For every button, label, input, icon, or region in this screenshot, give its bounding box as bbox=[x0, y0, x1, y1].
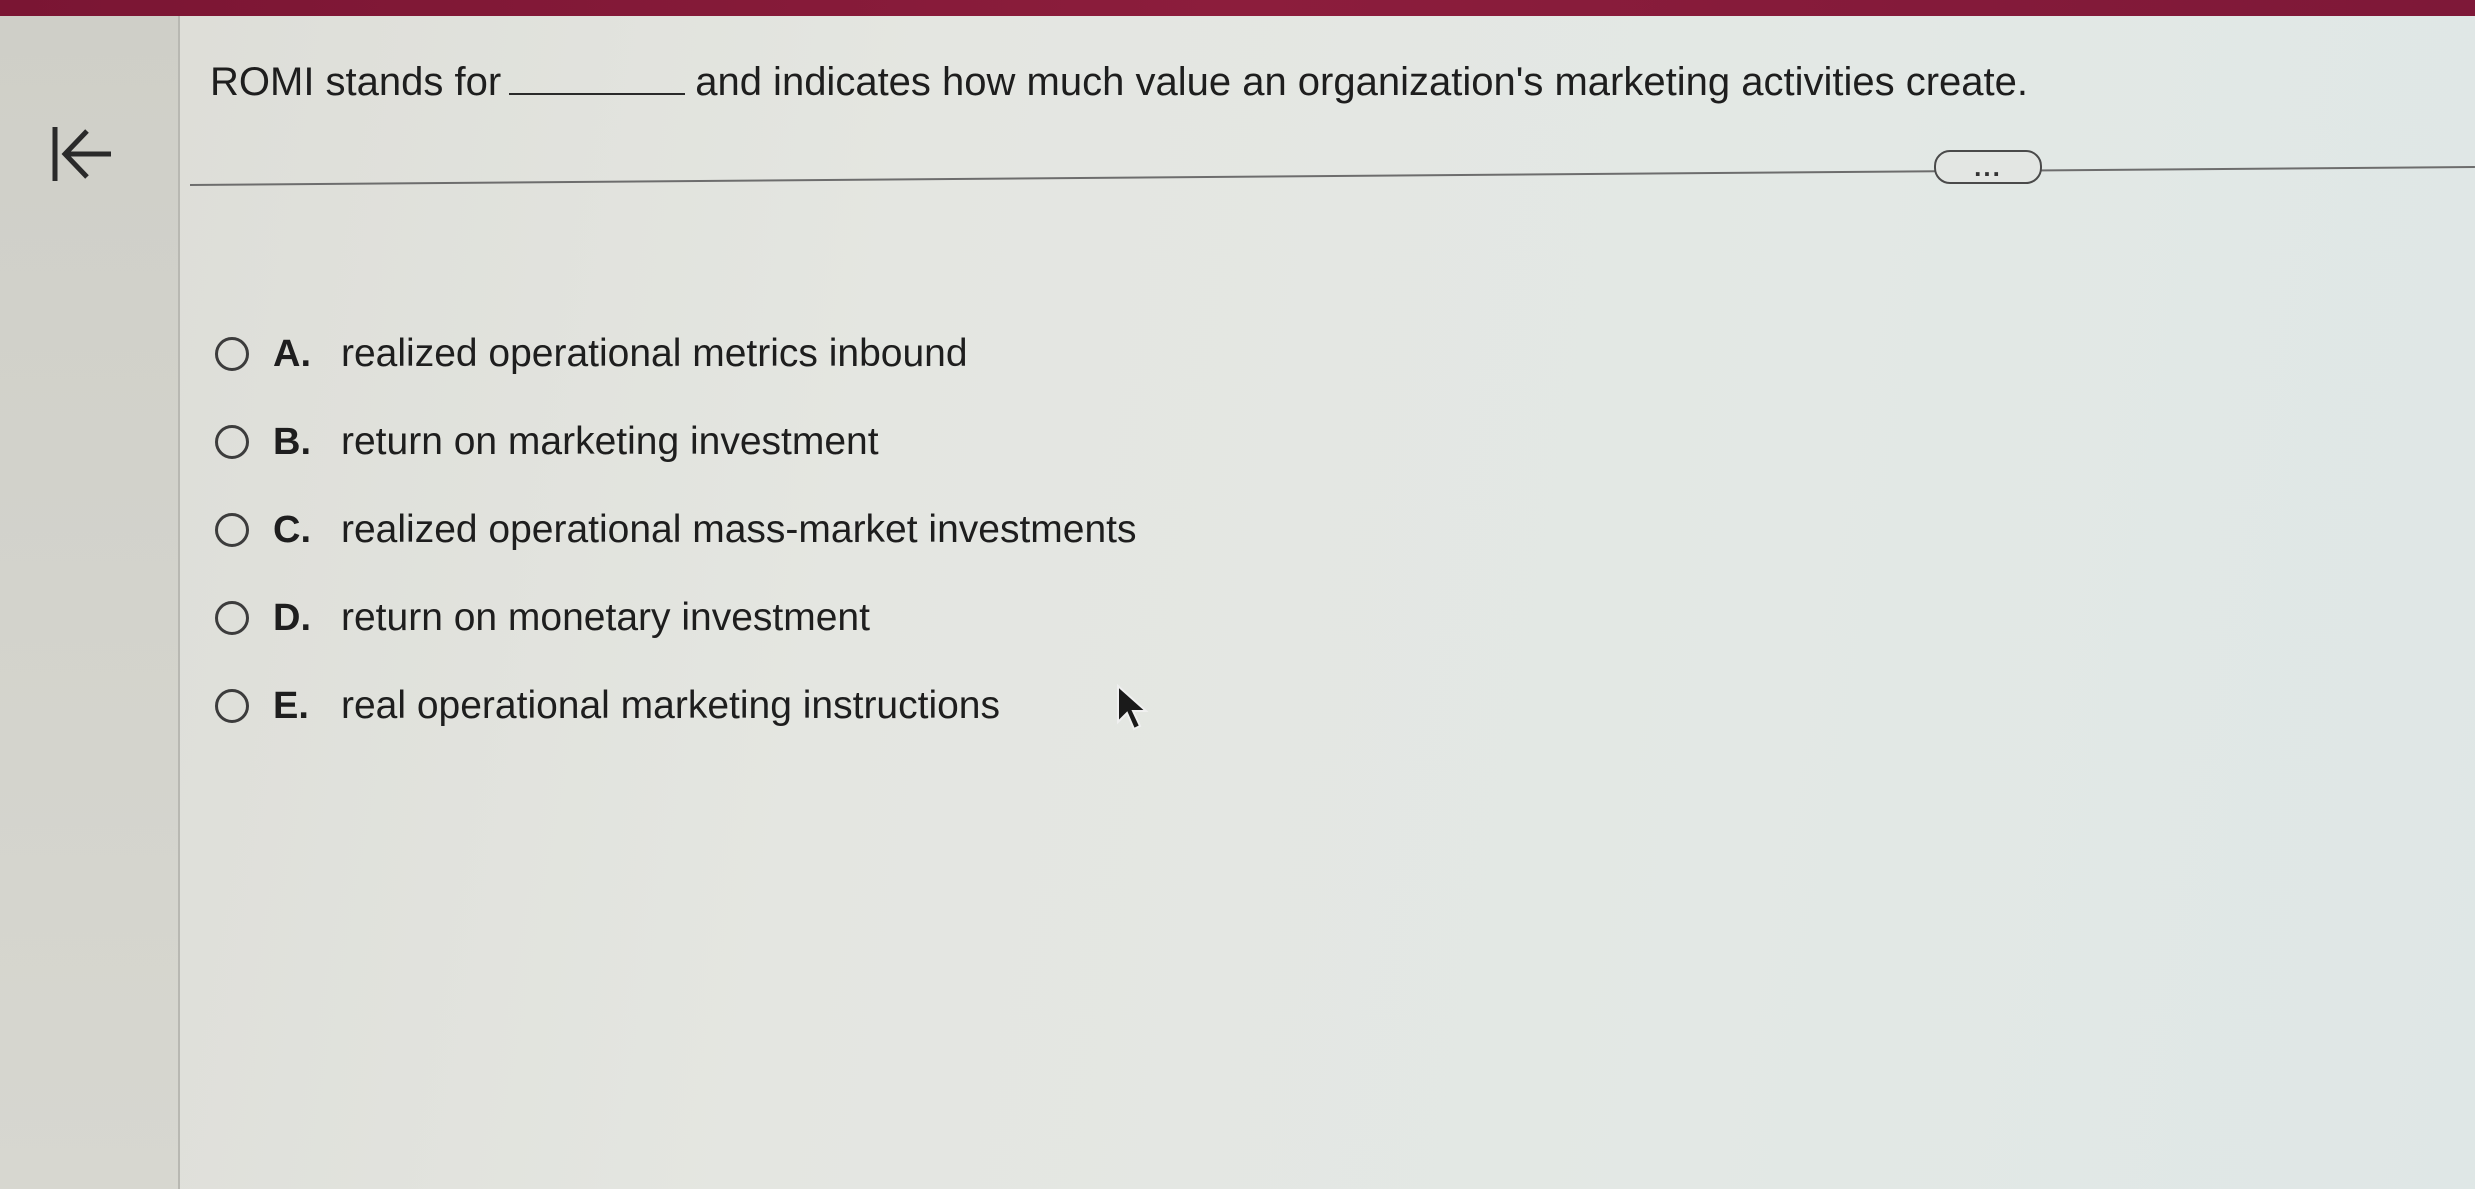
option-c[interactable]: C. realized operational mass-market inve… bbox=[215, 486, 1315, 574]
radio-unchecked-icon[interactable] bbox=[215, 425, 249, 459]
option-letter: A. bbox=[273, 332, 311, 375]
option-text: real operational marketing instructions bbox=[341, 684, 1001, 727]
option-letter: D. bbox=[273, 596, 311, 639]
radio-unchecked-icon[interactable] bbox=[215, 601, 249, 635]
answer-blank bbox=[509, 57, 686, 95]
collapse-left-arrow-icon bbox=[52, 127, 111, 181]
option-d[interactable]: D. return on monetary investment bbox=[215, 574, 1315, 662]
option-text: realized operational metrics inbound bbox=[341, 332, 968, 375]
question-divider bbox=[189, 166, 2475, 186]
radio-unchecked-icon[interactable] bbox=[215, 689, 249, 723]
option-letter: B. bbox=[273, 420, 311, 463]
option-letter: C. bbox=[273, 508, 311, 551]
option-text: return on monetary investment bbox=[341, 596, 870, 639]
collapse-panel-button[interactable] bbox=[40, 114, 120, 194]
top-header-strip bbox=[0, 0, 2475, 16]
answer-options-list: A. realized operational metrics inbound … bbox=[215, 310, 1315, 750]
more-options-button[interactable]: ... bbox=[1934, 150, 2042, 184]
left-sidebar-panel bbox=[0, 16, 180, 1189]
radio-unchecked-icon[interactable] bbox=[215, 513, 249, 547]
option-b[interactable]: B. return on marketing investment bbox=[215, 398, 1315, 486]
question-suffix: and indicates how much value an organiza… bbox=[695, 60, 2028, 104]
radio-unchecked-icon[interactable] bbox=[215, 337, 249, 371]
option-text: return on marketing investment bbox=[341, 420, 879, 463]
question-prefix: ROMI stands for bbox=[210, 60, 502, 104]
option-a[interactable]: A. realized operational metrics inbound bbox=[215, 310, 1315, 398]
mouse-pointer-icon bbox=[1117, 684, 1149, 731]
option-e[interactable]: E. real operational marketing instructio… bbox=[215, 662, 1315, 750]
question-text: ROMI stands for and indicates how much va… bbox=[210, 50, 2410, 114]
option-letter: E. bbox=[273, 684, 309, 727]
option-text: realized operational mass-market investm… bbox=[341, 508, 1137, 551]
